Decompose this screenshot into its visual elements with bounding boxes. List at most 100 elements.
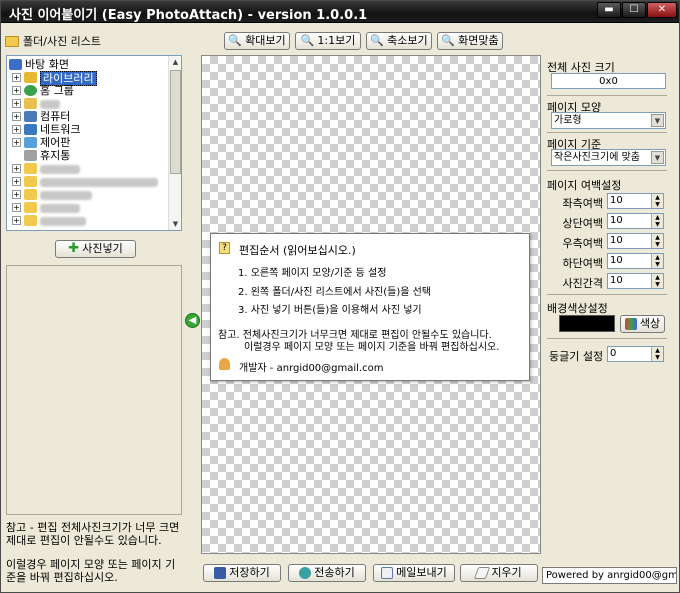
- tree-item[interactable]: +: [7, 188, 167, 201]
- plus-icon: ✚: [68, 241, 80, 256]
- scroll-down-icon[interactable]: ▼: [170, 218, 181, 230]
- popup-title: 편집순서 (읽어보십시오.): [239, 244, 356, 257]
- tree-item[interactable]: + 제어판: [7, 136, 167, 149]
- send-button[interactable]: 전송하기: [288, 564, 366, 582]
- scroll-up-icon[interactable]: ▲: [170, 56, 181, 68]
- divider: [547, 132, 667, 133]
- tree-item[interactable]: 휴지통: [7, 149, 167, 162]
- left-margin-label: 좌측여백: [562, 197, 603, 210]
- zoom-out-icon: 🔍: [370, 34, 385, 47]
- folder-list-label: 폴더/사진 리스트: [23, 35, 102, 48]
- roundness-value: 0: [610, 348, 617, 359]
- color-button[interactable]: 색상: [620, 315, 665, 333]
- homegroup-icon: [24, 85, 37, 96]
- close-button[interactable]: ✕: [647, 2, 677, 18]
- mail-icon: [381, 567, 394, 579]
- expand-icon[interactable]: +: [12, 112, 21, 121]
- fit-screen-button[interactable]: 🔍 화면맞춤: [437, 32, 503, 50]
- expand-icon[interactable]: +: [12, 99, 21, 108]
- bottom-margin-stepper[interactable]: 10 ▲ ▼: [607, 253, 664, 269]
- add-photo-label: 사진넣기: [82, 242, 123, 255]
- right-margin-stepper[interactable]: 10 ▲ ▼: [607, 233, 664, 249]
- tree-item[interactable]: +: [7, 201, 167, 214]
- back-arrow-icon[interactable]: ◀: [185, 313, 200, 328]
- folder-tree[interactable]: 바탕 화면 + 라이브러리 + 홈 그룹 + + 컴퓨터 + 네트워크 + 제어…: [6, 55, 182, 231]
- zoom-in-button[interactable]: 🔍 확대보기: [224, 32, 290, 50]
- spin-arrows-icon[interactable]: ▲ ▼: [651, 214, 663, 228]
- computer-icon: [24, 111, 37, 122]
- email-button[interactable]: 메일보내기: [373, 564, 455, 582]
- spin-arrows-icon[interactable]: ▲ ▼: [651, 234, 663, 248]
- spin-arrows-icon[interactable]: ▲ ▼: [651, 194, 663, 208]
- expand-icon[interactable]: +: [12, 190, 21, 199]
- scrollbar-thumb[interactable]: [170, 70, 181, 174]
- popup-step-3: 3. 사진 넣기 버튼(들)을 이용해서 사진 넣기: [238, 305, 422, 316]
- recycle-bin-icon: [24, 150, 37, 161]
- expand-icon[interactable]: +: [12, 86, 21, 95]
- tree-item-label: 컴퓨터: [40, 110, 71, 123]
- tree-item-label: 휴지통: [40, 149, 71, 162]
- tree-item-label: 제어판: [40, 136, 71, 149]
- actual-size-button[interactable]: 🔍 1:1보기: [295, 32, 361, 50]
- spin-arrows-icon[interactable]: ▲ ▼: [651, 254, 663, 268]
- photo-spacing-label: 사진간격: [562, 277, 603, 290]
- photo-list[interactable]: [6, 265, 182, 515]
- roundness-stepper[interactable]: 0 ▲ ▼: [607, 346, 664, 362]
- tree-item[interactable]: + 라이브러리: [7, 71, 167, 86]
- tree-item[interactable]: + 컴퓨터: [7, 110, 167, 123]
- expand-icon[interactable]: +: [12, 177, 21, 186]
- page-basis-select[interactable]: 작은사진크기에 맞춤 ▼: [551, 149, 666, 166]
- tree-item[interactable]: +: [7, 97, 167, 110]
- page-shape-select[interactable]: 가로형 ▼: [551, 112, 666, 129]
- maximize-button[interactable]: ☐: [622, 2, 646, 18]
- chevron-down-icon[interactable]: ▼: [651, 151, 664, 164]
- photo-spacing-value: 10: [610, 275, 623, 286]
- left-note-1: 참고 - 편집 전체사진크기가 너무 크면 제대로 편집이 안될수도 있습니다.: [6, 521, 180, 547]
- redacted-label: [40, 216, 86, 226]
- fit-screen-icon: 🔍: [441, 34, 456, 47]
- network-icon: [24, 124, 37, 135]
- photo-spacing-stepper[interactable]: 10 ▲ ▼: [607, 273, 664, 289]
- zoom-in-icon: 🔍: [228, 34, 243, 47]
- save-label: 저장하기: [229, 566, 270, 579]
- popup-step-1: 1. 오른쪽 페이지 모양/기준 등 설정: [238, 268, 387, 279]
- divider: [547, 338, 667, 339]
- total-size-value: 0x0: [551, 73, 666, 89]
- expand-icon[interactable]: +: [12, 203, 21, 212]
- top-margin-stepper[interactable]: 10 ▲ ▼: [607, 213, 664, 229]
- chevron-down-icon[interactable]: ▼: [651, 114, 664, 127]
- expand-icon[interactable]: +: [12, 164, 21, 173]
- top-margin-label: 상단여백: [562, 217, 603, 230]
- tree-item[interactable]: +: [7, 175, 167, 188]
- folder-list-header: 폴더/사진 리스트: [5, 33, 101, 49]
- minimize-button[interactable]: ▬: [597, 2, 621, 18]
- tree-item[interactable]: + 네트워크: [7, 123, 167, 136]
- redacted-label: [40, 190, 92, 200]
- page-basis-value: 작은사진크기에 맞춤: [554, 152, 640, 163]
- tree-item[interactable]: + 홈 그룹: [7, 84, 167, 97]
- tree-scrollbar[interactable]: ▲ ▼: [168, 56, 181, 230]
- left-margin-stepper[interactable]: 10 ▲ ▼: [607, 193, 664, 209]
- expand-icon[interactable]: +: [12, 125, 21, 134]
- tree-item[interactable]: 바탕 화면: [7, 58, 167, 71]
- title-bar[interactable]: 사진 이어붙이기 (Easy PhotoAttach) - version 1.…: [1, 1, 679, 23]
- add-photo-button[interactable]: ✚ 사진넣기: [55, 240, 136, 258]
- folder-icon: [24, 176, 37, 187]
- bottom-margin-label: 하단여백: [562, 257, 603, 270]
- zoom-out-button[interactable]: 🔍 축소보기: [366, 32, 432, 50]
- tree-item-label: 네트워크: [40, 123, 81, 136]
- divider: [547, 170, 667, 171]
- spin-arrows-icon[interactable]: ▲ ▼: [651, 347, 663, 361]
- expand-icon[interactable]: +: [12, 73, 21, 82]
- tree-item[interactable]: +: [7, 214, 167, 227]
- expand-icon[interactable]: +: [12, 138, 21, 147]
- left-margin-value: 10: [610, 195, 623, 206]
- erase-button[interactable]: 지우기: [460, 564, 538, 582]
- color-button-label: 색상: [639, 317, 661, 330]
- spin-arrows-icon[interactable]: ▲ ▼: [651, 274, 663, 288]
- expand-icon[interactable]: +: [12, 216, 21, 225]
- send-label: 전송하기: [314, 566, 355, 579]
- save-button[interactable]: 저장하기: [203, 564, 281, 582]
- tree-item[interactable]: +: [7, 162, 167, 175]
- divider: [547, 95, 667, 96]
